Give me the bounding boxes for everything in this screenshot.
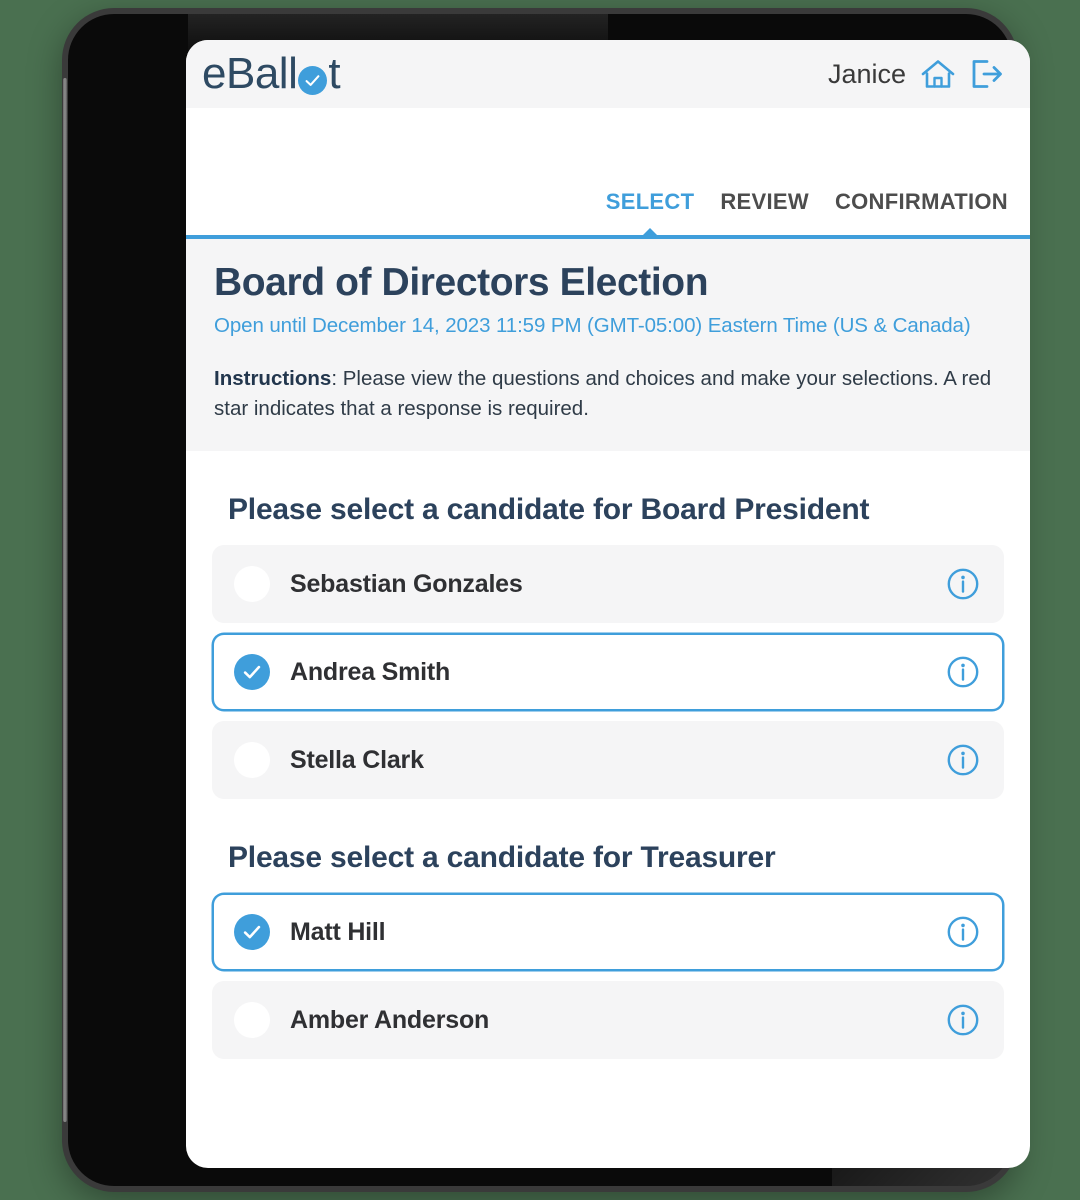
option-label: Sebastian Gonzales (290, 569, 523, 598)
logo-text-before: eBall (202, 49, 298, 98)
radio-selected-icon[interactable] (234, 914, 270, 951)
ballot-deadline: Open until December 14, 2023 11:59 PM (G… (214, 313, 971, 337)
option-matt-hill[interactable]: Matt Hill (212, 893, 1004, 972)
radio-unselected-icon[interactable] (234, 566, 270, 603)
logout-icon[interactable] (970, 58, 1004, 90)
option-label: Stella Clark (290, 745, 424, 774)
option-label: Matt Hill (290, 917, 386, 946)
tablet-device-frame: eBall t Janice SELECT REVIEW CONFIRMATIO… (62, 8, 1030, 1192)
radio-unselected-icon[interactable] (234, 1002, 270, 1039)
home-icon[interactable] (920, 58, 956, 90)
radio-selected-icon[interactable] (234, 654, 270, 691)
question-title: Please select a candidate for Treasurer (228, 841, 776, 875)
instructions-body: : Please view the questions and choices … (214, 366, 992, 420)
option-list: Matt Hill Amber Anderson (212, 893, 1004, 1060)
tab-list: SELECT REVIEW CONFIRMATION (605, 189, 1008, 237)
info-icon[interactable] (946, 915, 980, 949)
question-title: Please select a candidate for Board Pres… (228, 493, 870, 527)
tab-confirmation[interactable]: CONFIRMATION (835, 189, 1008, 217)
tab-select[interactable]: SELECT (605, 189, 695, 237)
tab-select-label: SELECT (605, 189, 695, 214)
instructions-text: Instructions: Please view the questions … (214, 364, 1002, 423)
option-stella-clark[interactable]: Stella Clark (212, 721, 1004, 800)
progress-tabs: SELECT REVIEW CONFIRMATION (186, 108, 1030, 239)
tablet-left-edge (63, 78, 67, 1122)
option-andrea-smith[interactable]: Andrea Smith (212, 633, 1004, 712)
page-title: Board of Directors Election (214, 261, 709, 304)
logo-text-after: t (328, 49, 341, 98)
user-name: Janice (827, 58, 906, 89)
questions-list: Please select a candidate for Board Pres… (186, 451, 1030, 1089)
option-sebastian-gonzales[interactable]: Sebastian Gonzales (212, 545, 1004, 624)
ballot-info-panel: Board of Directors Election Open until D… (186, 239, 1030, 452)
option-list: Sebastian Gonzales Andrea Smith Stella C… (212, 545, 1004, 800)
app-screen: eBall t Janice SELECT REVIEW CONFIRMATIO… (186, 40, 1030, 1168)
header-actions: Janice (828, 58, 1004, 90)
app-header: eBall t Janice (186, 40, 1030, 108)
tabs-underline (186, 235, 1030, 239)
question-treasurer: Please select a candidate for Treasurer … (212, 799, 1004, 1060)
tab-review-label: REVIEW (720, 189, 809, 214)
option-amber-anderson[interactable]: Amber Anderson (212, 981, 1004, 1060)
tab-confirmation-label: CONFIRMATION (834, 189, 1008, 214)
info-icon[interactable] (946, 655, 980, 689)
tab-review[interactable]: REVIEW (720, 189, 809, 217)
radio-unselected-icon[interactable] (234, 742, 270, 779)
eballot-logo[interactable]: eBall t (194, 49, 341, 98)
info-icon[interactable] (946, 743, 980, 777)
instructions-label: Instructions (214, 366, 332, 390)
info-icon[interactable] (946, 567, 980, 601)
info-icon[interactable] (946, 1003, 980, 1037)
option-label: Andrea Smith (290, 657, 451, 686)
question-board-president: Please select a candidate for Board Pres… (212, 451, 1004, 800)
check-badge-icon (298, 65, 328, 95)
option-label: Amber Anderson (290, 1005, 490, 1034)
